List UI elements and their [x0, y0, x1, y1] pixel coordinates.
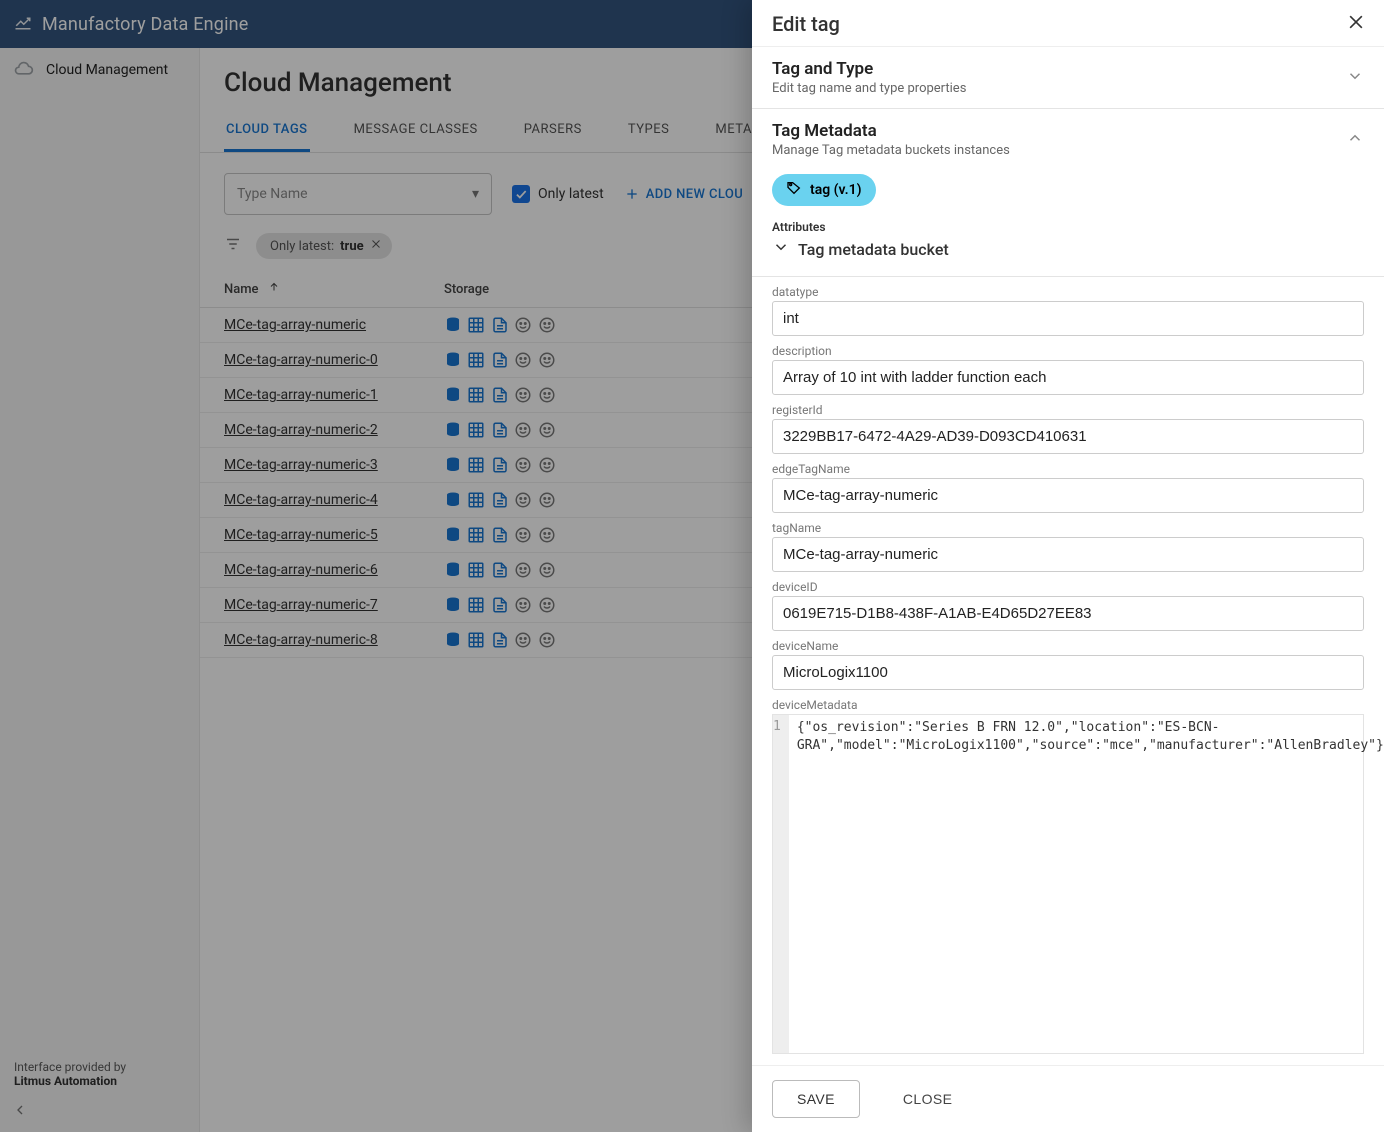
registerid-input[interactable]	[772, 419, 1364, 454]
field-label: tagName	[772, 521, 1364, 535]
section-tag-and-type-header[interactable]: Tag and Type Edit tag name and type prop…	[752, 47, 1384, 108]
chevron-down-icon	[772, 238, 790, 260]
tag-icon	[786, 180, 802, 200]
field-tagname: tagName	[772, 521, 1364, 572]
code-gutter: 1	[773, 715, 789, 1053]
datatype-input[interactable]	[772, 301, 1364, 336]
code-text[interactable]: {"os_revision":"Series B FRN 12.0","loca…	[789, 715, 1384, 1053]
field-devicename: deviceName	[772, 639, 1364, 690]
field-label: registerId	[772, 403, 1364, 417]
panel-header: Edit tag	[752, 0, 1384, 47]
field-label: datatype	[772, 285, 1364, 299]
field-label: deviceName	[772, 639, 1364, 653]
panel-actions: SAVE CLOSE	[752, 1065, 1384, 1132]
field-label: deviceID	[772, 580, 1364, 594]
section-tag-metadata-header[interactable]: Tag Metadata Manage Tag metadata buckets…	[752, 109, 1384, 170]
field-datatype: datatype	[772, 285, 1364, 336]
section-title: Tag Metadata	[772, 121, 1010, 141]
bucket-title: Tag metadata bucket	[798, 240, 949, 259]
attributes-label: Attributes	[772, 220, 1364, 234]
chevron-up-icon	[1346, 129, 1364, 151]
deviceid-input[interactable]	[772, 596, 1364, 631]
metadata-form: datatype description registerId edgeTagN…	[752, 277, 1384, 1065]
tagname-input[interactable]	[772, 537, 1364, 572]
chevron-down-icon	[1346, 67, 1364, 89]
section-tag-and-type: Tag and Type Edit tag name and type prop…	[752, 47, 1384, 109]
save-button[interactable]: SAVE	[772, 1080, 860, 1118]
close-icon[interactable]	[1346, 12, 1366, 36]
description-input[interactable]	[772, 360, 1364, 395]
field-deviceid: deviceID	[772, 580, 1364, 631]
field-description: description	[772, 344, 1364, 395]
field-registerid: registerId	[772, 403, 1364, 454]
tag-version-pill[interactable]: tag (v.1)	[772, 174, 876, 206]
edit-tag-panel: Edit tag Tag and Type Edit tag name and …	[752, 0, 1384, 1132]
section-subtitle: Manage Tag metadata buckets instances	[772, 143, 1010, 158]
devicename-input[interactable]	[772, 655, 1364, 690]
section-tag-metadata: Tag Metadata Manage Tag metadata buckets…	[752, 109, 1384, 277]
section-title: Tag and Type	[772, 59, 966, 79]
field-devicemetadata: deviceMetadata 1 {"os_revision":"Series …	[772, 698, 1364, 1054]
panel-title: Edit tag	[772, 12, 840, 36]
field-label: edgeTagName	[772, 462, 1364, 476]
field-edgetagname: edgeTagName	[772, 462, 1364, 513]
pill-label: tag (v.1)	[810, 182, 862, 198]
code-editor[interactable]: 1 {"os_revision":"Series B FRN 12.0","lo…	[772, 714, 1364, 1054]
field-label: description	[772, 344, 1364, 358]
bucket-header[interactable]: Tag metadata bucket	[772, 238, 1364, 260]
section-subtitle: Edit tag name and type properties	[772, 81, 966, 96]
edgetagname-input[interactable]	[772, 478, 1364, 513]
close-button[interactable]: CLOSE	[878, 1080, 977, 1118]
field-label: deviceMetadata	[772, 698, 1364, 712]
